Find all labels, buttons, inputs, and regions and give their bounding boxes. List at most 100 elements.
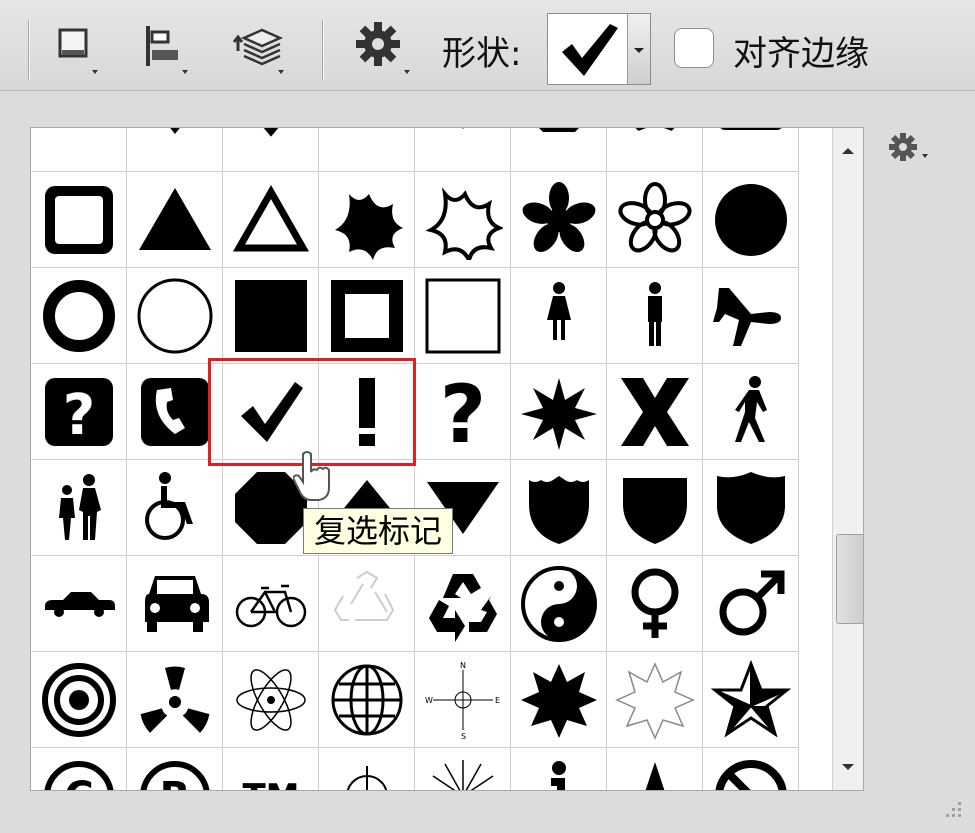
shape-picker-dropdown[interactable] bbox=[547, 13, 651, 85]
dropdown-arrow[interactable] bbox=[627, 14, 650, 84]
shape-cell-recycle-outline[interactable] bbox=[319, 556, 415, 652]
gear-icon[interactable] bbox=[888, 130, 938, 170]
shape-cell-female-sign[interactable] bbox=[511, 268, 607, 364]
shape-cell-badge-outline[interactable] bbox=[607, 128, 703, 172]
shape-cell-compass[interactable]: N W E S bbox=[415, 652, 511, 748]
shape-cell-female-symbol[interactable] bbox=[607, 556, 703, 652]
shape-cell-square-solid[interactable] bbox=[223, 268, 319, 364]
shape-cell-star-3d[interactable] bbox=[703, 652, 799, 748]
shape-cell-no-sign[interactable] bbox=[703, 748, 799, 790]
no-sign-icon bbox=[715, 760, 787, 790]
shape-cell-yin-yang[interactable] bbox=[511, 556, 607, 652]
shape-cell-male-sign[interactable] bbox=[607, 268, 703, 364]
shape-cell-banner-solid[interactable] bbox=[703, 128, 799, 172]
svg-text:N: N bbox=[460, 661, 466, 670]
layers-icon bbox=[232, 28, 284, 74]
shape-cell-shield-solid[interactable] bbox=[607, 460, 703, 556]
shape-cell-crosshair[interactable] bbox=[319, 748, 415, 790]
shape-cell-circle-frame[interactable] bbox=[31, 268, 127, 364]
shape-cell-blob-solid[interactable] bbox=[319, 172, 415, 268]
shape-cell-recycle-solid[interactable] bbox=[415, 556, 511, 652]
shape-cell-triangle-outline[interactable] bbox=[223, 172, 319, 268]
shape-cell-copyright[interactable]: C bbox=[31, 748, 127, 791]
compass-icon: N W E S bbox=[425, 661, 500, 740]
shape-cell-globe[interactable] bbox=[319, 652, 415, 748]
shape-cell-circle-solid[interactable] bbox=[703, 172, 799, 268]
shape-cell-flower-outline[interactable] bbox=[607, 172, 703, 268]
school-crossing-icon bbox=[59, 474, 101, 540]
shape-grid: ?? N W E S C R TM bbox=[31, 127, 831, 791]
triangle-outline-icon bbox=[232, 184, 310, 252]
shape-cell-registered[interactable]: R bbox=[127, 748, 223, 790]
shape-cell-exclamation[interactable] bbox=[319, 364, 415, 460]
scrollbar[interactable] bbox=[832, 128, 863, 790]
scroll-up-icon[interactable] bbox=[833, 136, 863, 166]
shape-cell-crescent[interactable] bbox=[31, 127, 127, 172]
shape-cell-flower-solid[interactable] bbox=[511, 172, 607, 268]
shape-cell-wheelchair[interactable] bbox=[127, 460, 223, 556]
crescent-icon bbox=[39, 127, 119, 164]
shape-cell-triangle-down-outline[interactable] bbox=[223, 128, 319, 172]
square-frame-rounded-icon bbox=[45, 186, 113, 254]
shape-cell-burst-outline[interactable] bbox=[607, 652, 703, 748]
badge-solid-icon bbox=[539, 128, 579, 132]
path-arrangement-button[interactable] bbox=[228, 20, 288, 76]
shape-cell-square-frame-rounded[interactable] bbox=[31, 172, 127, 268]
burst-outline-icon bbox=[615, 662, 695, 740]
shape-cell-x-mark[interactable] bbox=[607, 364, 703, 460]
svg-text:?: ? bbox=[63, 383, 95, 448]
shape-cell-school-crossing[interactable] bbox=[31, 460, 127, 556]
shape-cell-checkmark[interactable] bbox=[223, 364, 319, 460]
shape-cell-sunburst[interactable] bbox=[415, 748, 511, 790]
shield-highway-icon bbox=[529, 476, 589, 544]
shape-cell-target[interactable] bbox=[31, 652, 127, 748]
geometry-settings-button[interactable] bbox=[350, 20, 410, 76]
shape-cell-shield-highway[interactable] bbox=[511, 460, 607, 556]
shape-cell-question-mark[interactable]: ? bbox=[415, 364, 511, 460]
svg-text:C: C bbox=[64, 774, 93, 791]
shape-cell-triangle-down-solid[interactable] bbox=[127, 128, 223, 172]
shape-cell-circle-outline[interactable] bbox=[127, 268, 223, 364]
shape-cell-car-front[interactable] bbox=[127, 556, 223, 652]
registered-icon: R bbox=[140, 761, 210, 790]
shape-cell-square-outline[interactable] bbox=[415, 268, 511, 364]
shape-cell-blob-outline[interactable] bbox=[415, 172, 511, 268]
scroll-down-icon[interactable] bbox=[833, 752, 863, 782]
shape-cell-radiation[interactable] bbox=[127, 652, 223, 748]
shape-cell-badge-solid[interactable] bbox=[511, 128, 607, 172]
shape-cell-burst-solid[interactable] bbox=[511, 652, 607, 748]
circle-frame-icon bbox=[43, 280, 115, 352]
shape-cell-help-sign[interactable]: ? bbox=[31, 364, 127, 460]
shape-cell-shield-rounded[interactable] bbox=[703, 460, 799, 556]
trademark-icon: TM bbox=[242, 777, 299, 790]
shape-cell-info-person[interactable] bbox=[511, 748, 607, 790]
resize-grip-icon[interactable] bbox=[930, 792, 970, 832]
triangle-down-solid-icon bbox=[170, 128, 180, 134]
burst-solid-icon bbox=[521, 664, 597, 738]
yin-yang-icon bbox=[521, 566, 597, 642]
custom-shape-picker-panel: ?? N W E S C R TM bbox=[30, 127, 864, 791]
align-left-icon bbox=[146, 26, 188, 74]
shape-cell-starburst[interactable] bbox=[511, 364, 607, 460]
shape-cell-trademark[interactable]: TM bbox=[223, 748, 319, 790]
scrollbar-thumb[interactable] bbox=[836, 534, 863, 624]
shape-cell-male-symbol[interactable] bbox=[703, 556, 799, 652]
copyright-icon: C bbox=[44, 761, 114, 791]
shape-cell-pedestrian[interactable] bbox=[703, 364, 799, 460]
shape-cell-triangle-down-outline-small[interactable] bbox=[415, 128, 511, 172]
help-sign-icon: ? bbox=[45, 378, 113, 448]
shape-cell-airplane[interactable] bbox=[703, 268, 799, 364]
shape-cell-square-frame[interactable] bbox=[319, 268, 415, 364]
atom-icon bbox=[236, 669, 306, 731]
path-operations-button[interactable] bbox=[56, 20, 116, 76]
shape-cell-triangle-solid[interactable] bbox=[127, 172, 223, 268]
shape-cell-bicycle[interactable] bbox=[223, 556, 319, 652]
shape-cell-spike[interactable] bbox=[607, 748, 703, 790]
shape-cell-car-side[interactable] bbox=[31, 556, 127, 652]
shape-cell-triangle-down-solid-small[interactable] bbox=[319, 128, 415, 172]
shape-cell-phone-sign[interactable] bbox=[127, 364, 223, 460]
shape-cell-atom[interactable] bbox=[223, 652, 319, 748]
path-alignment-button[interactable] bbox=[140, 20, 200, 76]
car-front-icon bbox=[145, 576, 209, 632]
align-edges-checkbox[interactable] bbox=[674, 28, 714, 68]
